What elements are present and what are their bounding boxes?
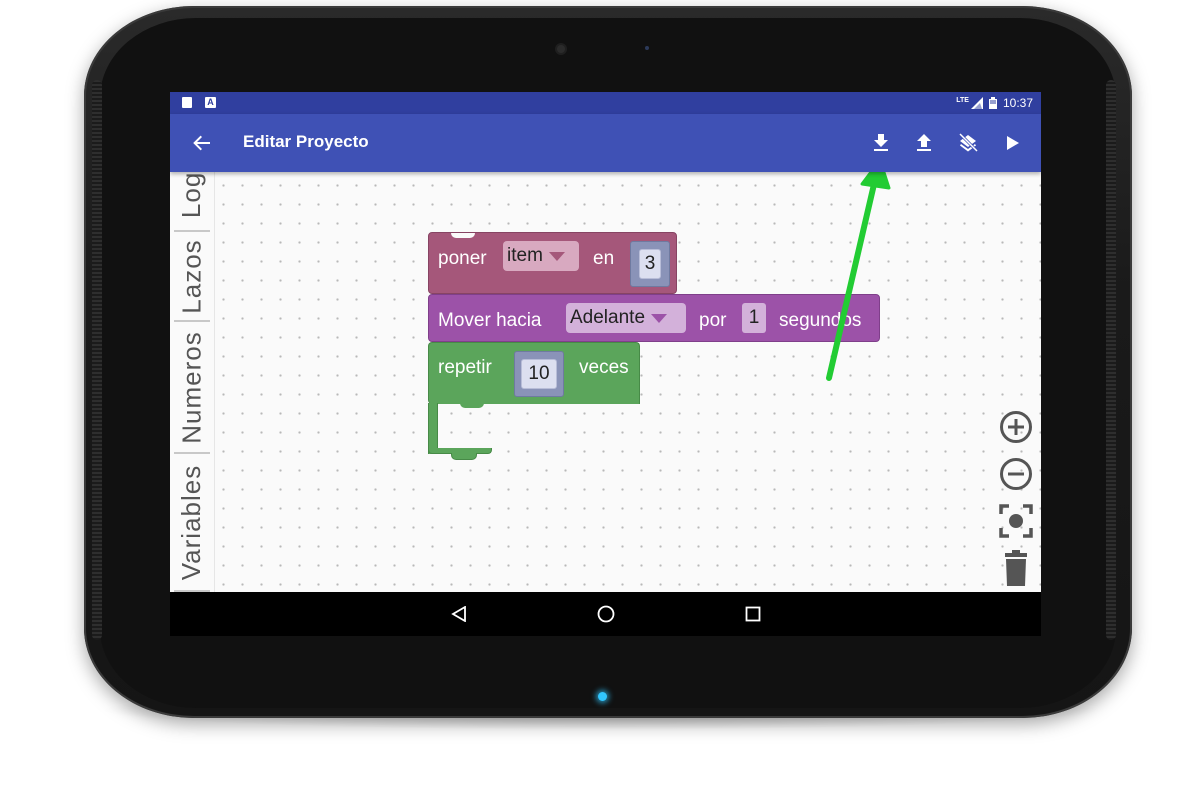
nav-recents-button[interactable] (739, 600, 767, 628)
toolbox-category-variables[interactable]: Variables (174, 454, 210, 592)
toolbox-category-logic[interactable]: Logi (174, 172, 210, 232)
play-icon (1007, 136, 1019, 150)
back-button[interactable] (186, 127, 218, 159)
repeat-inner-notch (460, 403, 484, 408)
trash-icon[interactable] (998, 550, 1034, 586)
zoom-out-icon[interactable] (998, 456, 1034, 492)
lte-label: LTE (956, 96, 969, 104)
set-block-mid-label: en (593, 248, 615, 269)
download-icon (874, 134, 888, 151)
upload-button[interactable] (908, 127, 940, 159)
toolbox-category-numbers[interactable]: Numeros (174, 322, 210, 454)
status-right-group: LTE 10:37 (956, 96, 1033, 110)
keyboard-a-icon: A (205, 97, 216, 108)
zoom-in-icon[interactable] (998, 409, 1034, 445)
run-button[interactable] (997, 127, 1029, 159)
direction-dropdown-value: Adelante (570, 307, 646, 328)
left-speaker-grille (92, 80, 102, 640)
app-bar: Editar Proyecto (170, 114, 1041, 172)
value-input-socket: 3 (630, 241, 670, 287)
move-block[interactable]: Mover hacia Adelante por 1 segundos (428, 294, 880, 349)
repeat-block[interactable]: repetir 10 veces (428, 342, 640, 404)
toolbox: Logi Lazos Numeros Variables (170, 172, 215, 592)
move-block-mid-label: por (699, 310, 727, 331)
move-block-label: Mover hacia (438, 310, 542, 331)
nav-home-button[interactable] (592, 600, 620, 628)
toolbox-category-label: Variables (176, 464, 207, 580)
variable-dropdown[interactable]: item (503, 241, 579, 271)
toolbox-category-label: Numeros (176, 330, 207, 444)
toolbox-category-label: Lazos (176, 238, 207, 314)
seconds-number-field[interactable]: 1 (742, 303, 766, 333)
repeat-block-end-label: veces (579, 357, 629, 378)
app-title: Editar Proyecto (243, 132, 369, 151)
system-nav-bar (170, 592, 1041, 636)
recenter-icon[interactable] (998, 503, 1034, 539)
recents-square-icon (745, 606, 761, 622)
arrow-back-icon (193, 135, 210, 151)
device-screen: A LTE 10:37 Editar Proyecto Logi Lazos N… (170, 92, 1041, 636)
number-field[interactable]: 3 (639, 249, 661, 279)
right-speaker-grille (1106, 80, 1116, 640)
back-triangle-icon (451, 606, 466, 622)
variable-dropdown-value: item (507, 245, 543, 266)
download-button[interactable] (865, 127, 897, 159)
set-variable-block[interactable]: poner item en 3 (428, 232, 677, 301)
set-block-label: poner (438, 248, 487, 269)
repeat-block-arm (428, 403, 438, 454)
sd-card-icon (182, 97, 192, 108)
status-time: 10:37 (1002, 96, 1033, 110)
repeat-bottom-notch (451, 453, 477, 460)
status-bar: A LTE 10:37 (170, 92, 1041, 114)
notification-led (598, 692, 607, 701)
direction-dropdown[interactable]: Adelante (566, 303, 686, 333)
clear-layers-button[interactable] (952, 127, 984, 159)
chevron-down-icon (548, 251, 565, 261)
battery-icon (988, 97, 997, 109)
signal-icon (970, 97, 983, 109)
toolbox-category-loops[interactable]: Lazos (174, 232, 210, 322)
home-circle-icon (597, 605, 615, 623)
upload-icon (917, 134, 931, 151)
blockly-workspace[interactable]: Logi Lazos Numeros Variables poner item … (170, 172, 1041, 592)
clear-layers-icon (958, 133, 978, 153)
repeat-block-label: repetir (438, 357, 492, 378)
toolbox-category-label: Logi (176, 172, 207, 218)
repeat-count-socket: 10 (514, 351, 564, 397)
move-block-end-label: segundos (779, 310, 862, 331)
nav-back-button[interactable] (445, 600, 473, 628)
chevron-down-icon (651, 313, 668, 323)
light-sensor (645, 46, 649, 50)
repeat-count-field[interactable]: 10 (521, 359, 557, 389)
front-camera (557, 45, 565, 53)
